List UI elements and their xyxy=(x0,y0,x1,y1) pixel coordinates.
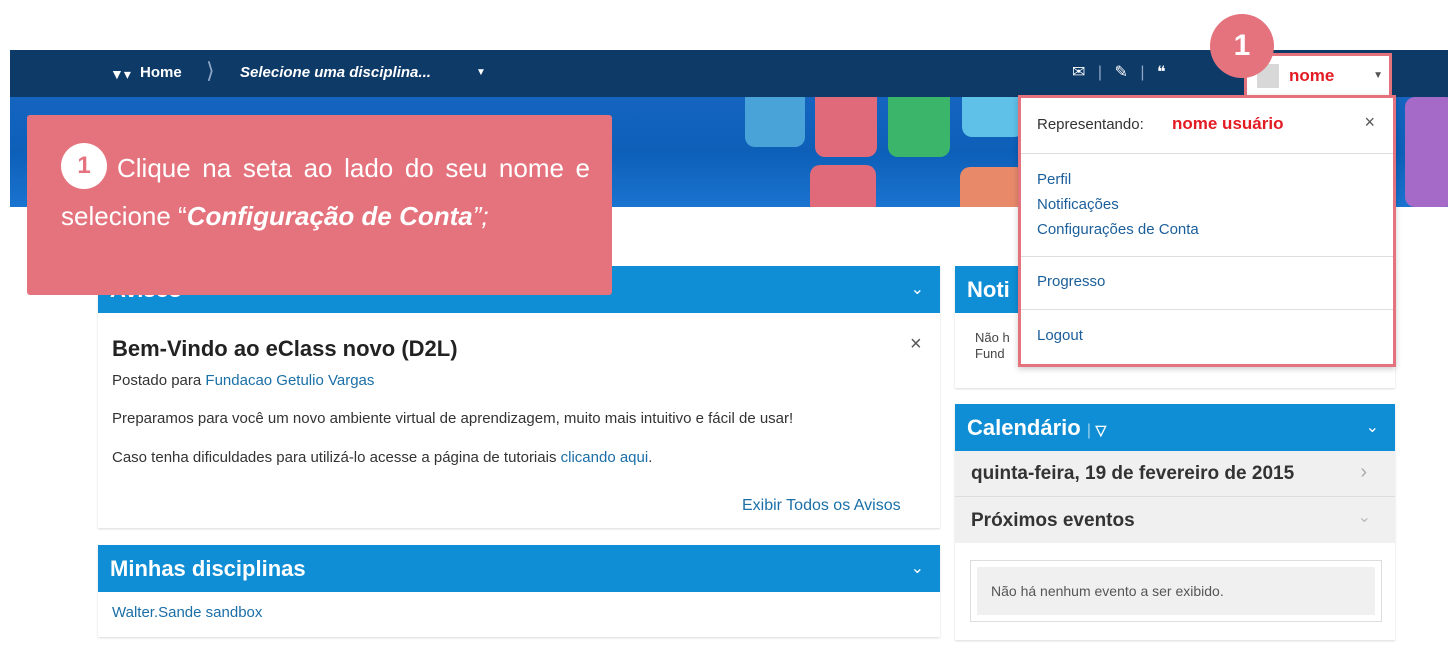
globe-tile-icon xyxy=(960,167,1026,207)
course-link[interactable]: Walter.Sande sandbox xyxy=(112,604,262,621)
user-dropdown-menu: Representando: nome usuário × Perfil Not… xyxy=(1018,95,1396,367)
chevron-down-icon[interactable]: ⌄ xyxy=(1366,404,1379,451)
no-events-message: Não há nenhum evento a ser exibido. xyxy=(977,567,1375,615)
notificacoes-line1: Não h xyxy=(975,330,1010,345)
callout-emphasis: Configuração de Conta xyxy=(186,201,473,232)
upcoming-events-row[interactable]: Próximos eventos ⌄ xyxy=(955,497,1395,543)
course-selector[interactable]: Selecione uma disciplina... xyxy=(240,64,431,81)
representing-label: Representando: xyxy=(1037,116,1144,133)
menu-item-perfil[interactable]: Perfil xyxy=(1037,171,1071,188)
music-tile-icon xyxy=(888,97,950,157)
banner-tile xyxy=(745,97,805,147)
filter-dropdown-icon[interactable]: ▽ xyxy=(1095,422,1106,438)
news-body: Preparamos para você um novo ambiente vi… xyxy=(112,410,794,427)
d2l-logo-icon[interactable]: ▼▾ xyxy=(110,66,131,83)
home-tile-icon xyxy=(815,97,877,157)
notificacoes-line2: Fund xyxy=(975,346,1005,361)
upcoming-events-title: Próximos eventos xyxy=(971,510,1135,531)
close-icon[interactable]: × xyxy=(910,333,922,356)
user-name: nome xyxy=(1289,66,1335,85)
close-icon[interactable]: × xyxy=(1364,112,1375,133)
callout-text-end: ”; xyxy=(472,201,489,232)
news-body-tutorial: Caso tenha dificuldades para utilizá-lo … xyxy=(112,449,652,466)
tutorial-text: Caso tenha dificuldades para utilizá-lo … xyxy=(112,449,557,466)
menu-item-notificacoes[interactable]: Notificações xyxy=(1037,196,1119,213)
disciplinas-title: Minhas disciplinas xyxy=(110,556,306,581)
chevron-down-icon[interactable]: ▼ xyxy=(476,67,486,78)
menu-item-configuracoes[interactable]: Configurações de Conta xyxy=(1037,221,1199,238)
divider: | xyxy=(1097,64,1103,81)
divider: | xyxy=(1140,64,1145,81)
mail-icon[interactable]: ✉ xyxy=(1072,62,1085,82)
chevron-down-icon[interactable]: ⌄ xyxy=(1358,507,1371,527)
avisos-widget: Avisos ⌄ xyxy=(98,266,940,528)
updates-icon[interactable]: ✎ xyxy=(1114,62,1127,82)
chat-icon[interactable]: ❝ xyxy=(1157,62,1166,82)
calendario-header: Calendário | ▽ ⌄ xyxy=(955,404,1395,451)
tutorial-link[interactable]: clicando aqui xyxy=(561,449,649,466)
instruction-callout: 1 Clique na seta ao lado do seu nome e se… xyxy=(27,115,612,295)
calendar-date-row[interactable]: quinta-feira, 19 de fevereiro de 2015 › xyxy=(955,451,1395,497)
breadcrumb-separator: ⟩ xyxy=(206,58,215,83)
chevron-down-icon[interactable]: ⌄ xyxy=(911,266,924,313)
navbar-icons: ✉ | ✎ | ❝ xyxy=(1072,62,1174,82)
logout-section: Logout xyxy=(1021,309,1393,367)
view-all-link[interactable]: Exibir Todos os Avisos xyxy=(742,497,901,515)
posted-line: Postado para Fundacao Getulio Vargas xyxy=(112,372,374,389)
period: . xyxy=(648,449,653,466)
notificacoes-title: Noti xyxy=(967,277,1010,302)
chevron-down-icon[interactable]: ⌄ xyxy=(911,545,924,592)
news-title: Bem-Vindo ao eClass novo (D2L) xyxy=(112,336,458,361)
step-badge: 1 xyxy=(1210,14,1274,78)
posted-prefix: Postado para xyxy=(112,372,202,389)
calendario-title: Calendário xyxy=(967,415,1081,440)
step-number: 1 xyxy=(61,143,107,190)
chevron-down-icon[interactable]: ▼ xyxy=(1373,70,1383,81)
menu-item-progresso[interactable]: Progresso xyxy=(1037,273,1105,290)
org-link[interactable]: Fundacao Getulio Vargas xyxy=(205,372,374,389)
hand-tile-icon xyxy=(810,165,876,207)
progress-section: Progresso xyxy=(1021,256,1393,310)
camera-tile-icon xyxy=(962,97,1024,137)
disciplinas-header: Minhas disciplinas ⌄ xyxy=(98,545,940,592)
events-box: Não há nenhum evento a ser exibido. xyxy=(970,560,1382,622)
representing-section: Representando: nome usuário × xyxy=(1021,98,1393,154)
disciplinas-widget: Minhas disciplinas ⌄ xyxy=(98,545,940,637)
home-link[interactable]: Home xyxy=(140,64,182,81)
calendar-date: quinta-feira, 19 de fevereiro de 2015 xyxy=(971,463,1295,484)
notificacoes-text: Não h Fund xyxy=(975,330,1010,362)
banner-tile xyxy=(1405,97,1448,207)
chevron-right-icon[interactable]: › xyxy=(1360,461,1367,484)
menu-item-logout[interactable]: Logout xyxy=(1037,327,1083,344)
representing-user: nome usuário xyxy=(1172,114,1284,133)
profile-links-section: Perfil Notificações Configurações de Con… xyxy=(1021,153,1393,257)
